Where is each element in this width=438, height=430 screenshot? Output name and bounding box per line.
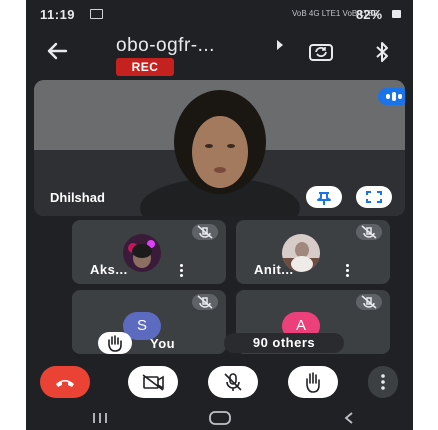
status-time: 11:19: [40, 7, 76, 22]
hand-raised-indicator: [98, 332, 132, 354]
active-speaker-icon: [378, 88, 405, 105]
back-nav-icon[interactable]: [342, 411, 356, 425]
battery-icon: [392, 10, 401, 18]
system-navigation-bar: [26, 406, 413, 430]
mic-off-icon: [361, 295, 377, 309]
raise-hand-button[interactable]: [288, 366, 338, 398]
more-vert-icon[interactable]: [180, 264, 183, 277]
mic-off-icon: [197, 295, 213, 309]
pin-button[interactable]: [306, 186, 342, 208]
mic-off-indicator: [356, 294, 382, 310]
main-speaker-name: Dhilshad: [50, 190, 105, 205]
call-header: obo-ogfr-... REC: [26, 28, 413, 78]
more-vert-icon[interactable]: [346, 264, 349, 277]
notification-icon: [90, 9, 103, 19]
participant-name: You: [150, 336, 176, 351]
meeting-details-caret-icon[interactable]: [277, 40, 283, 50]
mic-off-icon: [197, 225, 213, 239]
raise-hand-icon: [306, 372, 320, 393]
raise-hand-icon: [108, 335, 122, 352]
mic-off-indicator: [192, 294, 218, 310]
main-speaker-tile[interactable]: Dhilshad: [34, 80, 405, 216]
participant-tile[interactable]: Anit...: [236, 220, 390, 284]
mic-off-icon: [361, 225, 377, 239]
more-vert-icon: [381, 374, 385, 390]
switch-camera-icon[interactable]: [308, 40, 334, 64]
mic-off-icon: [224, 373, 242, 391]
home-icon[interactable]: [208, 411, 232, 425]
avatar: [123, 234, 161, 272]
meeting-code[interactable]: obo-ogfr-...: [116, 35, 215, 57]
self-tile[interactable]: S You: [72, 290, 226, 354]
call-controls: [26, 366, 413, 406]
battery-level: 82%: [356, 7, 383, 22]
phone-screen: 11:19 VoB 4G LTE1 VoB LTE2 82% obo-ogfr-…: [26, 0, 413, 430]
participant-name: Anit...: [254, 262, 294, 277]
status-bar: 11:19 VoB 4G LTE1 VoB LTE2 82%: [26, 0, 413, 28]
pin-icon: [317, 192, 331, 205]
mic-off-indicator: [192, 224, 218, 240]
camera-off-icon: [142, 374, 164, 391]
mic-off-indicator: [356, 224, 382, 240]
others-count: 90 others: [224, 333, 344, 353]
back-arrow-icon[interactable]: [42, 36, 72, 66]
bluetooth-icon[interactable]: [372, 40, 392, 64]
camera-toggle-button[interactable]: [128, 366, 178, 398]
end-call-icon: [56, 380, 74, 387]
recording-badge: REC: [116, 58, 174, 76]
participant-tile[interactable]: Aks...: [72, 220, 226, 284]
more-options-button[interactable]: [368, 366, 398, 398]
recents-icon[interactable]: [90, 412, 110, 424]
fullscreen-button[interactable]: [356, 186, 392, 208]
participant-name: Aks...: [90, 262, 128, 277]
mic-toggle-button[interactable]: [208, 366, 258, 398]
end-call-button[interactable]: [40, 366, 90, 398]
fullscreen-icon: [366, 191, 382, 203]
